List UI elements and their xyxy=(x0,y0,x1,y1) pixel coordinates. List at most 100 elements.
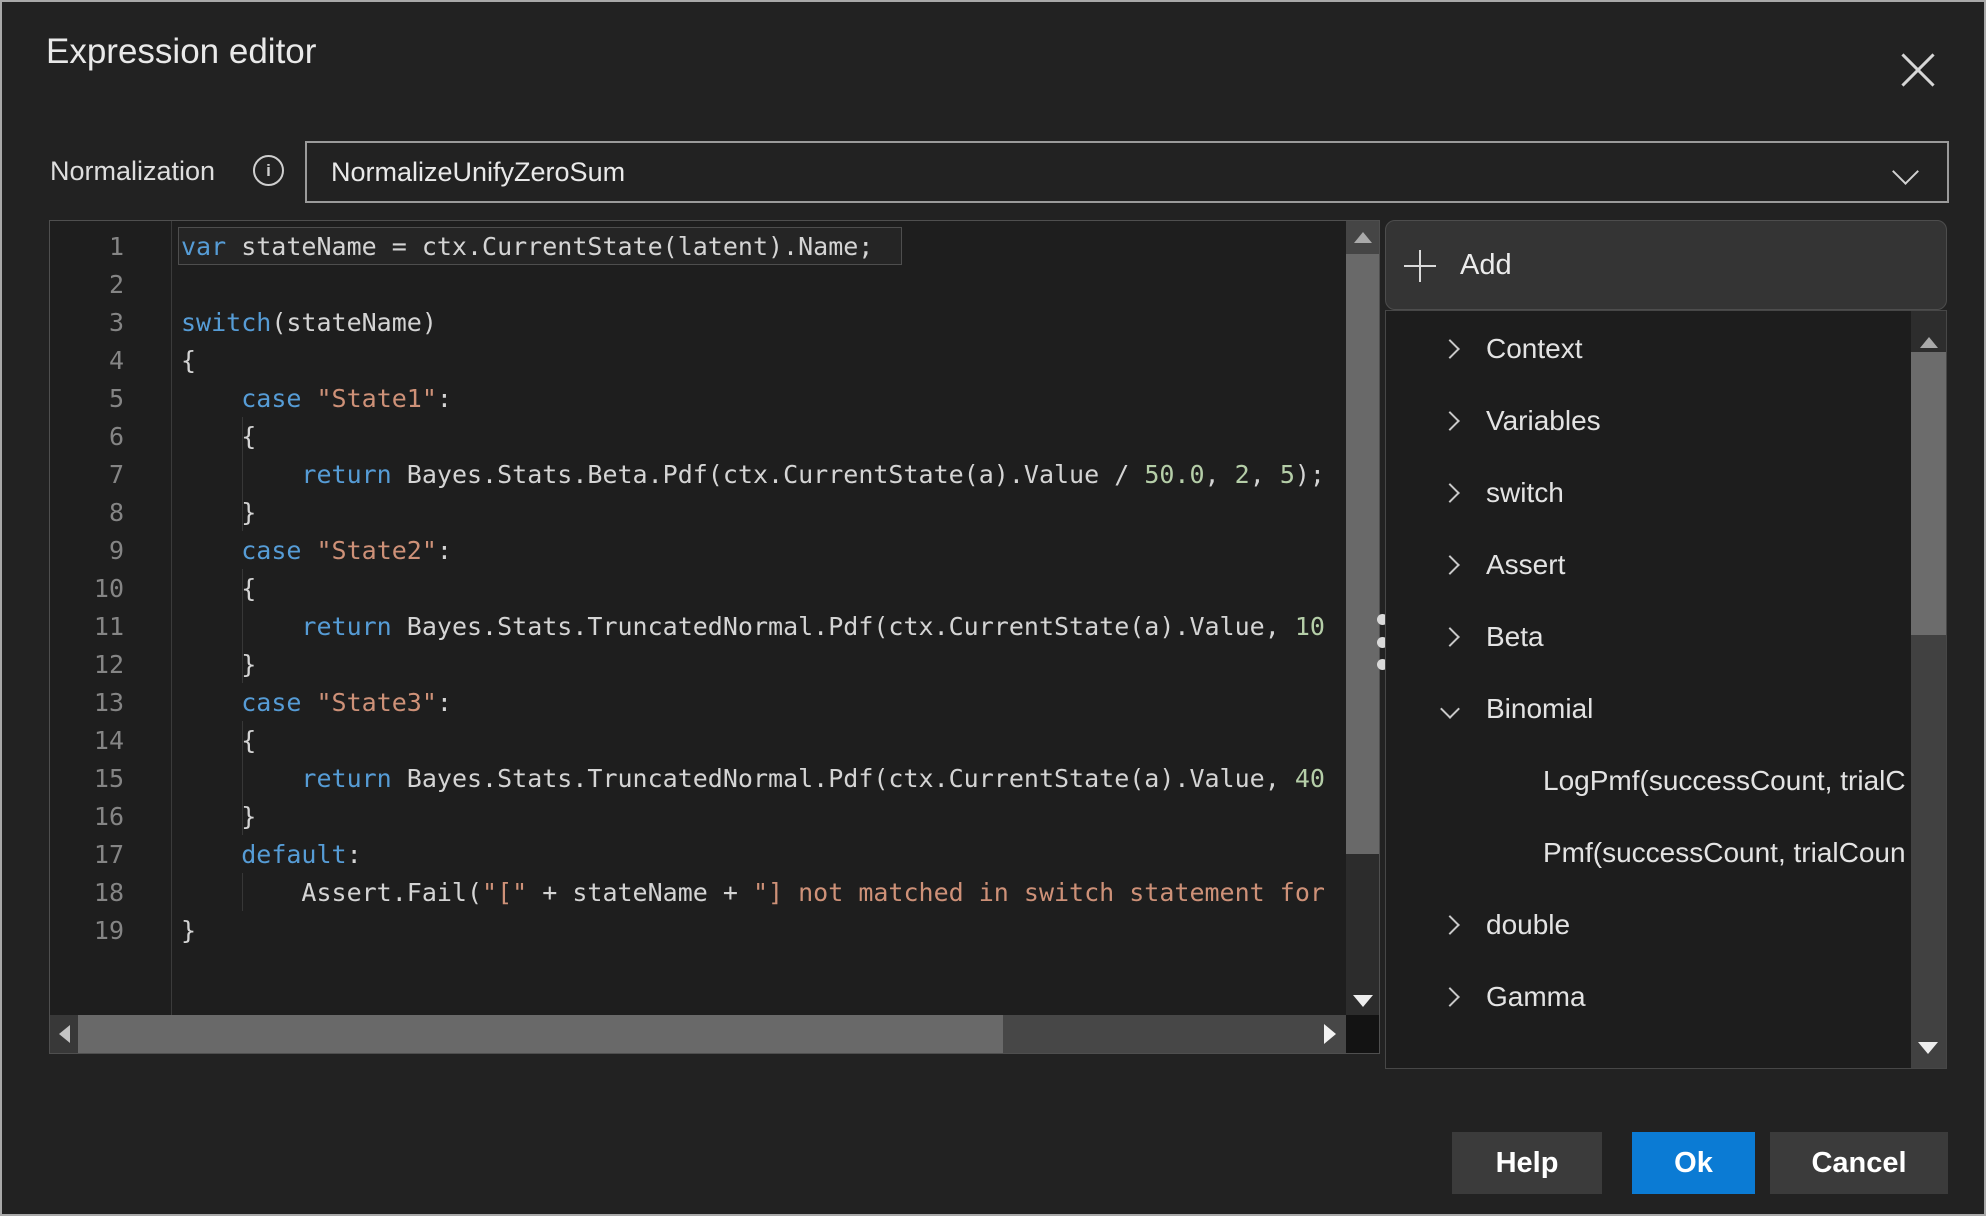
line-number: 14 xyxy=(93,725,124,755)
code-line[interactable]: 5 case "State1": xyxy=(50,379,1346,417)
code-line[interactable]: 15 return Bayes.Stats.TruncatedNormal.Pd… xyxy=(50,759,1346,797)
add-button-label: Add xyxy=(1460,249,1512,281)
line-number: 4 xyxy=(108,345,124,375)
code-text: default: xyxy=(241,839,362,869)
tree-item-label: Assert xyxy=(1486,549,1566,580)
line-number: 5 xyxy=(108,383,124,413)
line-number: 2 xyxy=(108,269,124,299)
code-text: } xyxy=(181,649,257,679)
help-button[interactable]: Help xyxy=(1452,1132,1602,1194)
line-number: 10 xyxy=(93,573,124,603)
line-number: 7 xyxy=(108,459,124,489)
page-title: Expression editor xyxy=(46,32,317,71)
tree-item-binomial[interactable]: Binomial xyxy=(1386,673,1911,745)
scroll-left-arrow-icon xyxy=(58,1025,70,1043)
chevron-right-icon xyxy=(1440,339,1460,359)
chevron-right-icon xyxy=(1440,411,1460,431)
code-editor[interactable]: 1 var stateName = ctx.CurrentState(latent… xyxy=(49,220,1380,1054)
code-text: var stateName = ctx.CurrentState(latent)… xyxy=(181,231,874,261)
scroll-right-arrow-icon xyxy=(1324,1024,1336,1044)
tree-item-assert[interactable]: Assert xyxy=(1386,529,1911,601)
tree-scroll-track[interactable] xyxy=(1911,635,1946,1068)
scroll-right-button[interactable] xyxy=(1324,1015,1336,1053)
tree-item-beta[interactable]: Beta xyxy=(1386,601,1911,673)
chevron-down-icon xyxy=(1440,699,1460,719)
code-text: return Bayes.Stats.TruncatedNormal.Pdf(c… xyxy=(301,611,1325,641)
tree-scrollbar-thumb[interactable] xyxy=(1911,352,1946,635)
code-text: case "State2": xyxy=(241,535,452,565)
tree-item-label: switch xyxy=(1486,477,1564,508)
code-line[interactable]: 1 var stateName = ctx.CurrentState(latent… xyxy=(50,227,1346,265)
code-line[interactable]: 17 default: xyxy=(50,835,1346,873)
code-line[interactable]: 13 case "State3": xyxy=(50,683,1346,721)
code-line[interactable]: 2 xyxy=(50,265,1346,303)
chevron-right-icon xyxy=(1440,915,1460,935)
ok-button[interactable]: Ok xyxy=(1632,1132,1755,1194)
line-number: 19 xyxy=(93,915,124,945)
tree-scrollbar[interactable] xyxy=(1911,311,1946,1068)
code-line[interactable]: 6 { xyxy=(50,417,1346,455)
chevron-right-icon xyxy=(1440,483,1460,503)
add-button[interactable]: Add xyxy=(1385,220,1947,310)
chevron-down-icon xyxy=(1892,158,1919,185)
scroll-left-button[interactable] xyxy=(50,1015,78,1053)
scroll-up-arrow-icon xyxy=(1919,337,1938,348)
horizontal-scrollbar-thumb[interactable] xyxy=(78,1015,1003,1053)
code-text: { xyxy=(181,573,257,603)
scroll-down-button[interactable] xyxy=(1346,995,1379,1007)
chevron-right-icon xyxy=(1440,555,1460,575)
function-tree[interactable]: Context Variables switch Assert Beta Binomial… xyxy=(1385,310,1947,1069)
scroll-up-button[interactable] xyxy=(1346,221,1379,254)
tree-item-context[interactable]: Context xyxy=(1386,313,1911,385)
line-number: 18 xyxy=(93,877,124,907)
editor-horizontal-scrollbar[interactable] xyxy=(50,1015,1346,1053)
code-line[interactable]: 16 } xyxy=(50,797,1346,835)
code-line[interactable]: 14 { xyxy=(50,721,1346,759)
code-line[interactable]: 10 { xyxy=(50,569,1346,607)
normalization-dropdown[interactable]: NormalizeUnifyZeroSum xyxy=(305,141,1949,203)
code-text: case "State1": xyxy=(241,383,452,413)
code-text: } xyxy=(181,915,197,945)
tree-item-label: double xyxy=(1486,909,1571,940)
line-number: 12 xyxy=(93,649,124,679)
code-line[interactable]: 4{ xyxy=(50,341,1346,379)
plus-icon xyxy=(1404,250,1436,282)
close-button[interactable] xyxy=(1894,46,1942,94)
vertical-scrollbar-thumb[interactable] xyxy=(1346,254,1379,854)
tree-item-label: Gamma xyxy=(1486,981,1586,1012)
tree-item-switch[interactable]: switch xyxy=(1386,457,1911,529)
info-icon[interactable]: i xyxy=(253,155,284,186)
tree-item-gamma[interactable]: Gamma xyxy=(1386,961,1911,1033)
code-line[interactable]: 11 return Bayes.Stats.TruncatedNormal.Pd… xyxy=(50,607,1346,645)
tree-item-label: Variables xyxy=(1486,405,1601,436)
tree-item-variables[interactable]: Variables xyxy=(1386,385,1911,457)
code-viewport[interactable]: 1 var stateName = ctx.CurrentState(latent… xyxy=(50,221,1346,1015)
chevron-right-icon xyxy=(1440,627,1460,647)
code-text: Assert.Fail("[" + stateName + "] not mat… xyxy=(181,877,1325,907)
scroll-up-arrow-icon xyxy=(1353,232,1372,243)
code-line[interactable]: 18 Assert.Fail("[" + stateName + "] not … xyxy=(50,873,1346,911)
code-line[interactable]: 12 } xyxy=(50,645,1346,683)
scroll-down-arrow-icon xyxy=(1352,995,1373,1007)
tree-scroll-up-button[interactable] xyxy=(1911,311,1946,352)
line-number: 3 xyxy=(108,307,124,337)
code-line[interactable]: 19} xyxy=(50,911,1346,949)
code-line[interactable]: 7 return Bayes.Stats.Beta.Pdf(ctx.Curren… xyxy=(50,455,1346,493)
code-lines: 1 var stateName = ctx.CurrentState(latent… xyxy=(50,227,1346,949)
code-text: return Bayes.Stats.Beta.Pdf(ctx.CurrentS… xyxy=(301,459,1325,489)
code-text: } xyxy=(181,497,257,527)
code-text: { xyxy=(181,345,197,375)
code-line[interactable]: 9 case "State2": xyxy=(50,531,1346,569)
cancel-button[interactable]: Cancel xyxy=(1770,1132,1948,1194)
tree-item-label: Binomial xyxy=(1486,693,1594,724)
tree-item-pmf-successcount-trialcoun[interactable]: Pmf(successCount, trialCoun xyxy=(1386,817,1911,889)
code-text: } xyxy=(181,801,257,831)
tree-item-logpmf-successcount-trialc[interactable]: LogPmf(successCount, trialC xyxy=(1386,745,1911,817)
code-line[interactable]: 3 switch(stateName) xyxy=(50,303,1346,341)
tree-item-double[interactable]: double xyxy=(1386,889,1911,961)
line-number: 17 xyxy=(93,839,124,869)
code-line[interactable]: 8 } xyxy=(50,493,1346,531)
dropdown-selected-value: NormalizeUnifyZeroSum xyxy=(331,157,626,187)
tree-item-label: Context xyxy=(1486,333,1583,364)
function-tree-rows: Context Variables switch Assert Beta Binomial… xyxy=(1386,313,1911,1033)
